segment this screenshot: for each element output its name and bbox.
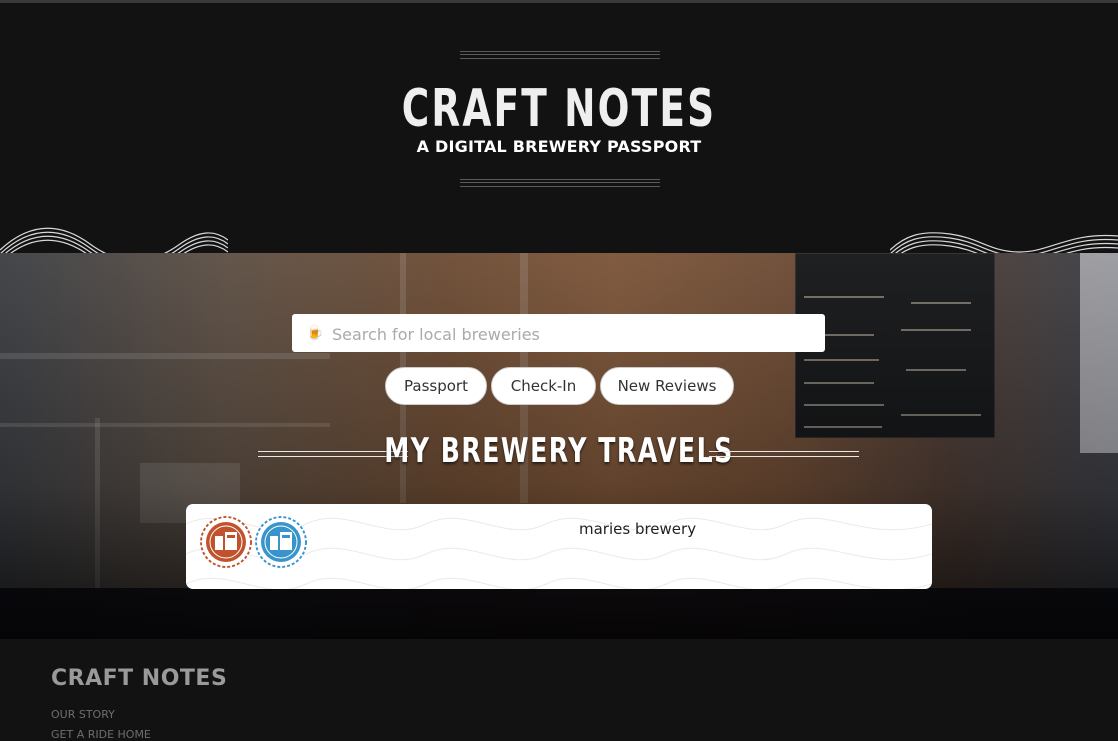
brewery-stamp-icon (255, 516, 307, 568)
site-footer: CRAFT NOTES OUR STORY GET A RIDE HOME (0, 639, 1118, 741)
footer-link-get-a-ride-home[interactable]: GET A RIDE HOME (51, 728, 151, 741)
search-input[interactable] (330, 314, 814, 354)
site-subtitle: A DIGITAL BREWERY PASSPORT (416, 137, 702, 156)
site-header: CRAFT NOTES A DIGITAL BREWERY PASSPORT (0, 3, 1118, 253)
site-title: CRAFT NOTES (401, 79, 717, 139)
footer-link-our-story[interactable]: OUR STORY (51, 708, 115, 721)
hero-banner: 🍺 Passport Check-In New Reviews MY BREWE… (0, 253, 1118, 639)
header-rule-bottom (460, 179, 660, 187)
footer-brand: CRAFT NOTES (51, 666, 228, 691)
beer-mug-icon: 🍺 (306, 325, 324, 341)
section-title-rule-right (709, 451, 859, 457)
header-rule-top (460, 51, 660, 59)
brewery-name[interactable]: maries brewery (579, 520, 696, 538)
new-reviews-button[interactable]: New Reviews (600, 367, 734, 405)
check-in-button[interactable]: Check-In (491, 367, 596, 405)
brewery-stamp-icon (200, 516, 252, 568)
passport-button[interactable]: Passport (385, 367, 487, 405)
search-bar[interactable]: 🍺 (292, 314, 825, 354)
brewery-travel-card[interactable]: maries brewery (186, 504, 932, 589)
